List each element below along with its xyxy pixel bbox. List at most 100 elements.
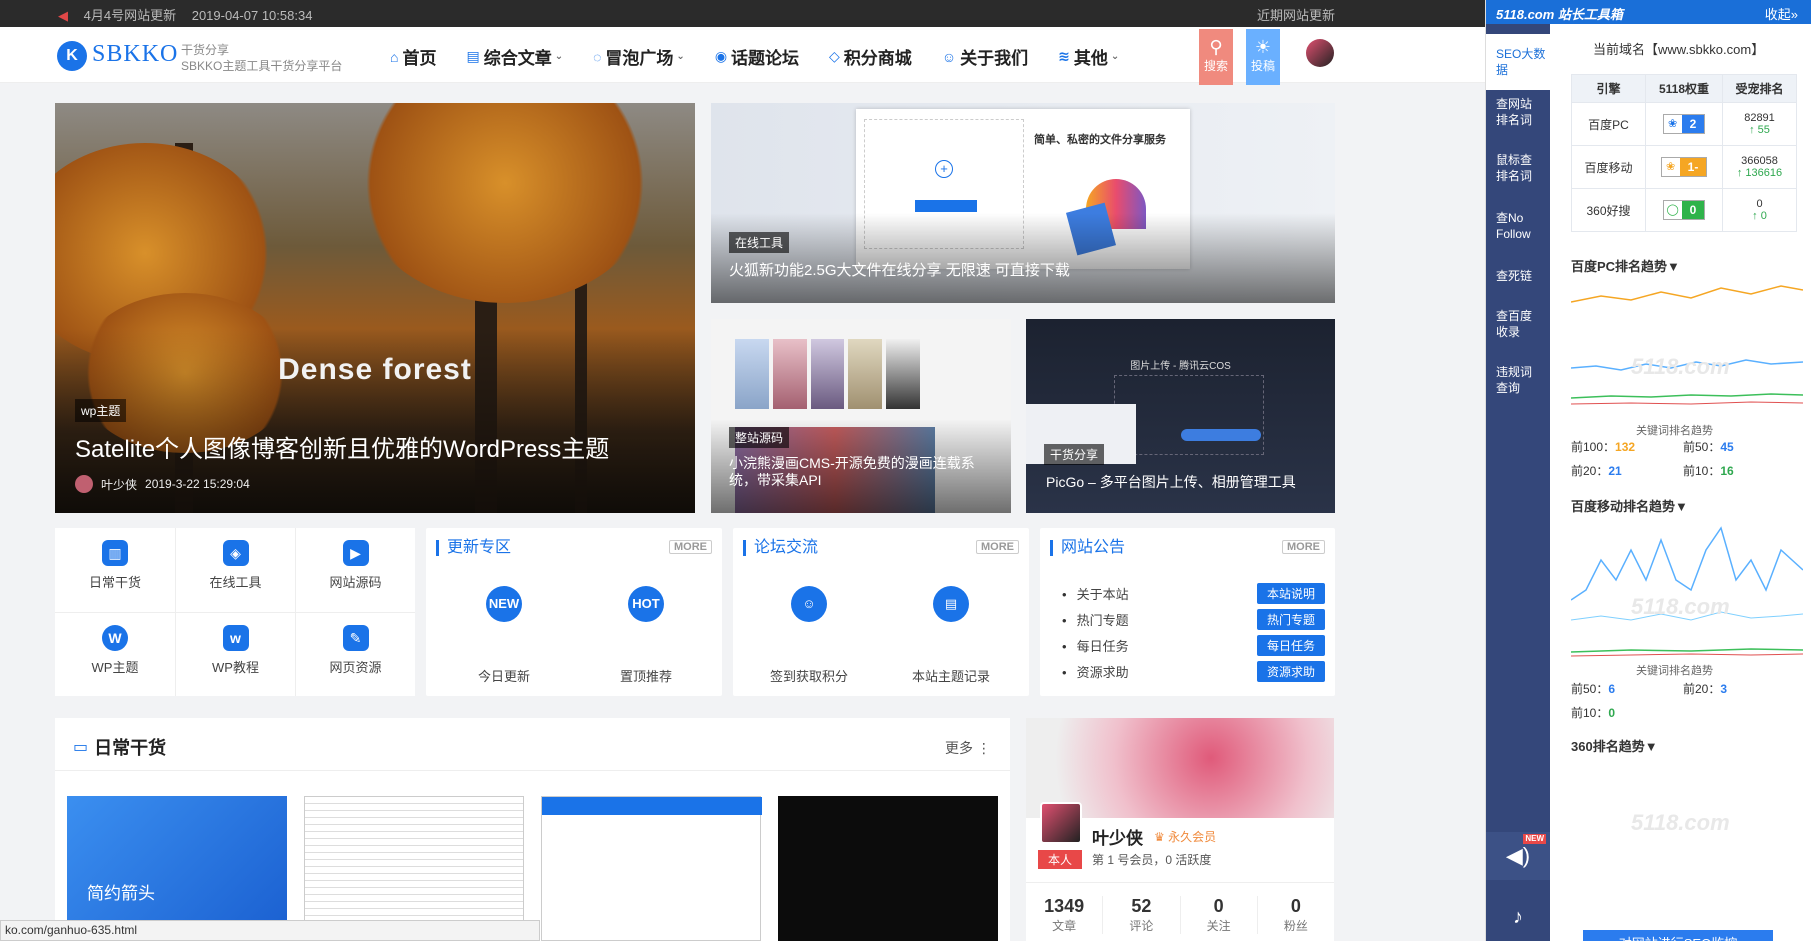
featured-card-firefox[interactable]: + 简单、私密的文件分享服务 在线工具 火狐新功能2.5G大文件在线分享 无限速… bbox=[711, 103, 1335, 303]
quick-link-source[interactable]: ▶ 网站源码 bbox=[295, 528, 415, 612]
card-title[interactable]: 小浣熊漫画CMS-开源免费的漫画连载系统，带采集API bbox=[729, 455, 979, 489]
comic-cover bbox=[772, 339, 807, 409]
theme-record-link[interactable]: 本站主题记录 bbox=[901, 666, 1001, 685]
card-tag[interactable]: 整站源码 bbox=[729, 427, 790, 448]
mobile-top10: 前10：0 bbox=[1571, 704, 1615, 721]
weight-badge[interactable]: ◯ 0 bbox=[1662, 200, 1706, 220]
featured-card-comic[interactable]: 整站源码 小浣熊漫画CMS-开源免费的漫画连载系统，带采集API bbox=[711, 319, 1011, 513]
pc-trend-title[interactable]: 百度PC排名趋势▼ bbox=[1571, 256, 1680, 275]
weight-badge[interactable]: ❀ 1- bbox=[1660, 157, 1708, 177]
nav-shop-label: 积分商城 bbox=[843, 49, 912, 68]
quick-link-daily[interactable]: ▥ 日常干货 bbox=[55, 528, 175, 612]
top-recommend-link[interactable]: 置顶推荐 bbox=[596, 666, 696, 685]
search-icon: ⚲ bbox=[1209, 37, 1223, 57]
card-shade bbox=[711, 213, 1335, 303]
weight-badge[interactable]: ❀ 2 bbox=[1662, 114, 1706, 134]
stat-label: 评论 bbox=[1129, 919, 1154, 933]
seo-nav-item[interactable]: SEO大数据 bbox=[1486, 34, 1550, 90]
more-button[interactable]: MORE bbox=[1282, 540, 1325, 554]
seo-nav-item[interactable]: 鼠标查排名词 bbox=[1486, 152, 1536, 184]
checkin-link[interactable]: 签到获取积分 bbox=[759, 666, 859, 685]
news-title[interactable]: 4月4号网站更新 bbox=[84, 8, 176, 23]
latest-news[interactable]: ◀ 4月4号网站更新 2019-04-07 10:58:34 bbox=[58, 5, 324, 24]
quick-links: ▥ 日常干货 ◈ 在线工具 ▶ 网站源码 W WP主题 w WP教程 ✎ 网页资源 bbox=[55, 528, 415, 696]
notice-button[interactable]: 热门专题 bbox=[1256, 609, 1325, 630]
more-link[interactable]: 更多 ⋮ bbox=[945, 738, 991, 758]
profile-avatar[interactable] bbox=[1040, 802, 1082, 844]
hero-tag[interactable]: wp主题 bbox=[75, 399, 127, 422]
news-time: 2019-04-07 10:58:34 bbox=[191, 8, 313, 23]
user-avatar[interactable] bbox=[1306, 39, 1334, 67]
submit-button[interactable]: ☀ 投稿 bbox=[1246, 29, 1280, 85]
more-button[interactable]: MORE bbox=[976, 540, 1019, 554]
quick-link-wp-tutorial[interactable]: w WP教程 bbox=[175, 612, 295, 696]
featured-card-picgo[interactable]: 图片上传 - 腾讯云COS 干货分享 PicGo – 多平台图片上传、相册管理工… bbox=[1026, 319, 1335, 513]
more-button[interactable]: MORE bbox=[669, 540, 712, 554]
nav-about[interactable]: ☺ 关于我们 bbox=[942, 44, 1028, 69]
mobile-top50: 前50：6 bbox=[1571, 680, 1615, 697]
notice-button[interactable]: 每日任务 bbox=[1256, 635, 1325, 656]
today-update-link[interactable]: 今日更新 bbox=[454, 666, 554, 685]
notice-button[interactable]: 本站说明 bbox=[1256, 583, 1325, 604]
sound-button[interactable]: ◀) NEW bbox=[1486, 832, 1550, 880]
weight-cell[interactable]: ❀ 1- bbox=[1644, 145, 1724, 189]
seo-nav-item[interactable]: 查百度收录 bbox=[1486, 308, 1536, 340]
weight-cell[interactable]: ❀ 2 bbox=[1644, 102, 1724, 146]
author-avatar[interactable] bbox=[75, 475, 93, 493]
stat-following[interactable]: 0 关注 bbox=[1179, 896, 1257, 934]
weight-value: 0 bbox=[1681, 201, 1705, 219]
stat-posts[interactable]: 1349 文章 bbox=[1026, 896, 1102, 934]
recent-update-link[interactable]: 近期网站更新 bbox=[1257, 5, 1335, 24]
post-thumb[interactable] bbox=[778, 796, 998, 941]
logo-icon[interactable]: K bbox=[57, 41, 87, 71]
smile-icon[interactable]: ☺ bbox=[791, 586, 827, 622]
search-button[interactable]: ⚲ 搜索 bbox=[1199, 29, 1233, 85]
notice-item[interactable]: 资源求助 bbox=[1062, 662, 1129, 681]
notice-item[interactable]: 每日任务 bbox=[1062, 636, 1129, 655]
quick-link-tools[interactable]: ◈ 在线工具 bbox=[175, 528, 295, 612]
nav-other[interactable]: ≋ 其他 ⌄ bbox=[1058, 44, 1119, 69]
upload-area bbox=[1114, 375, 1264, 455]
weight-cell[interactable]: ◯ 0 bbox=[1644, 188, 1724, 232]
seo-header: 5118.com 站长工具箱 收起» bbox=[1486, 0, 1811, 24]
thumb-header bbox=[542, 797, 762, 815]
notice-item[interactable]: 热门专题 bbox=[1062, 610, 1129, 629]
collapse-button[interactable]: 收起» bbox=[1765, 4, 1798, 23]
hero-author[interactable]: 叶少侠 bbox=[101, 476, 137, 493]
hot-icon[interactable]: HOT bbox=[628, 586, 664, 622]
nav-bubble[interactable]: ◌ 冒泡广场 ⌄ bbox=[593, 44, 685, 69]
seo-nav-item[interactable]: 查No Follow bbox=[1486, 210, 1540, 242]
hero-slider[interactable]: Dense forest wp主题 Satelite个人图像博客创新且优雅的Wo… bbox=[55, 103, 695, 513]
nav-home[interactable]: ⌂ 首页 bbox=[390, 44, 436, 69]
notice-item[interactable]: 关于本站 bbox=[1062, 584, 1129, 603]
card-tag[interactable]: 在线工具 bbox=[729, 232, 790, 253]
post-thumb[interactable] bbox=[541, 796, 762, 941]
card-tag[interactable]: 干货分享 bbox=[1044, 444, 1105, 465]
stat-comments[interactable]: 52 评论 bbox=[1102, 896, 1179, 934]
nav-forum-label: 话题论坛 bbox=[731, 49, 800, 68]
nav-forum[interactable]: ◉ 话题论坛 bbox=[715, 44, 799, 69]
nav-articles[interactable]: ▤ 综合文章 ⌄ bbox=[466, 44, 563, 69]
chat-icon[interactable]: ▤ bbox=[933, 586, 969, 622]
stat-fans[interactable]: 0 粉丝 bbox=[1256, 896, 1334, 934]
360-trend-title[interactable]: 360排名趋势▼ bbox=[1571, 736, 1658, 755]
card-title[interactable]: 火狐新功能2.5G大文件在线分享 无限速 可直接下载 bbox=[729, 262, 1070, 279]
seo-nav-item[interactable]: 查网站排名词 bbox=[1486, 96, 1536, 128]
mobile-trend-title[interactable]: 百度移动排名趋势▼ bbox=[1571, 496, 1688, 515]
hero-title[interactable]: Satelite个人图像博客创新且优雅的WordPress主题 bbox=[75, 429, 609, 464]
quick-link-wp-theme[interactable]: W WP主题 bbox=[55, 612, 175, 696]
folder-icon: w bbox=[222, 625, 249, 651]
plus-icon: + bbox=[935, 160, 953, 178]
quick-link-web-resources[interactable]: ✎ 网页资源 bbox=[295, 612, 415, 696]
logo-text[interactable]: SBKKO bbox=[92, 41, 178, 68]
seo-nav-item[interactable]: 违规词查询 bbox=[1486, 364, 1536, 396]
card-title[interactable]: PicGo – 多平台图片上传、相册管理工具 bbox=[1046, 474, 1296, 491]
kw-label: 前20： bbox=[1683, 682, 1721, 696]
profile-name[interactable]: 叶少侠 bbox=[1092, 824, 1143, 849]
nav-shop[interactable]: ◇ 积分商城 bbox=[829, 44, 912, 69]
notice-button[interactable]: 资源求助 bbox=[1256, 661, 1325, 682]
seo-nav-item[interactable]: 查死链 bbox=[1486, 268, 1550, 284]
bell-icon[interactable]: ♪ bbox=[1486, 894, 1550, 940]
seo-monitor-button[interactable]: 对网站进行SEO监控 bbox=[1583, 930, 1773, 941]
new-icon[interactable]: NEW bbox=[486, 586, 522, 622]
